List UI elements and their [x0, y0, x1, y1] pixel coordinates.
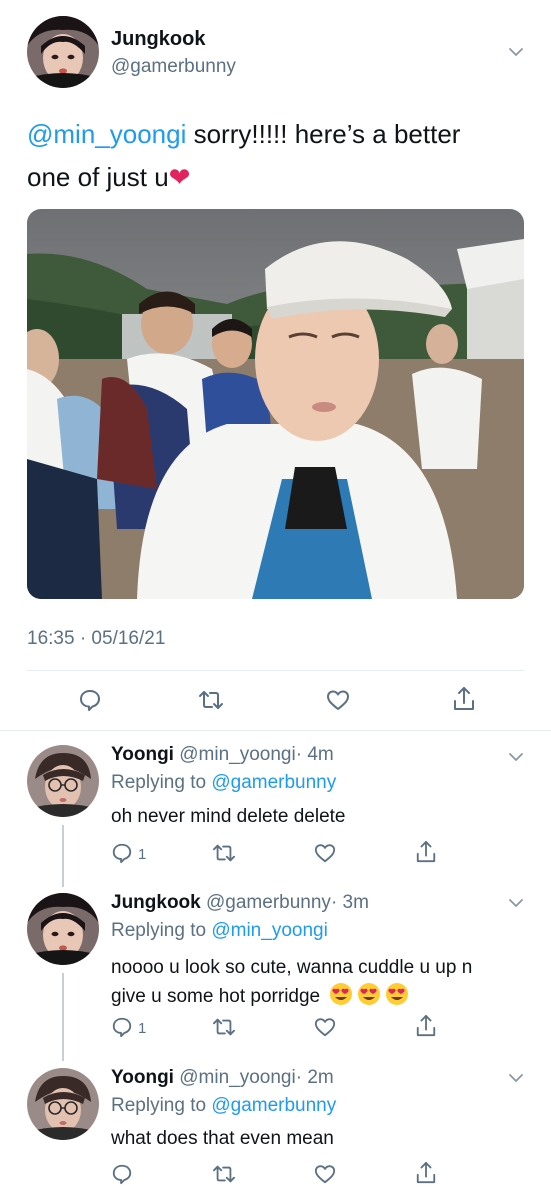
reply-author-name[interactable]: Yoongi — [111, 744, 174, 765]
reply-icon — [112, 1017, 132, 1038]
thread-line — [62, 825, 64, 887]
chevron-down-icon[interactable] — [508, 752, 524, 762]
yoongi-avatar[interactable] — [27, 1068, 99, 1140]
retweet-button[interactable] — [212, 1016, 236, 1038]
retweet-icon — [199, 691, 223, 709]
divider — [27, 670, 524, 671]
reply-text: noooo u look so cute, wanna cuddle u up … — [111, 953, 531, 1011]
reply-icon — [112, 843, 132, 864]
tweet-timestamp: 16:35 · 05/16/21 — [27, 628, 166, 649]
reply-author-name[interactable]: Yoongi — [111, 1067, 174, 1088]
chevron-down-icon[interactable] — [508, 47, 524, 57]
yoongi-avatar[interactable] — [27, 745, 99, 817]
tweet-text-line-2: one of just u — [27, 162, 169, 192]
chevron-down-icon[interactable] — [508, 898, 524, 908]
like-button[interactable] — [314, 1016, 336, 1038]
author-name[interactable]: Jungkook — [111, 28, 205, 51]
reply-icon — [112, 1164, 132, 1185]
reply-age: · 3m — [330, 892, 369, 913]
reply-button[interactable] — [78, 688, 102, 712]
jungkook-avatar[interactable] — [27, 16, 99, 88]
reply-text-line-1: noooo u look so cute, wanna cuddle u up … — [111, 957, 473, 978]
like-button[interactable] — [314, 842, 336, 864]
like-button[interactable] — [326, 688, 350, 712]
reply-text: oh never mind delete delete — [111, 806, 346, 827]
reply-author-handle[interactable]: @min_yoongi — [179, 1067, 295, 1088]
heart-eyes-emoji — [330, 983, 353, 1005]
reply-age: · 4m — [295, 744, 334, 765]
share-button[interactable] — [452, 686, 476, 712]
replying-to-label: Replying to — [111, 920, 207, 941]
reply-button[interactable]: 1 — [111, 1016, 155, 1038]
reply-count: 1 — [138, 846, 147, 863]
reply-author-handle[interactable]: @min_yoongi — [179, 744, 295, 765]
tweet-text-line-1: sorry!!!!! here’s a better — [186, 119, 461, 149]
red-heart-emoji: ❤ — [168, 162, 191, 192]
reply-text-line-2: give u some hot porridge — [111, 986, 321, 1007]
retweet-button[interactable] — [198, 688, 224, 712]
share-button[interactable] — [415, 1014, 437, 1038]
jungkook-avatar[interactable] — [27, 893, 99, 965]
replying-to: Replying to @gamerbunny — [111, 1095, 336, 1117]
retweet-button[interactable] — [212, 1163, 236, 1185]
replying-to-label: Replying to — [111, 1095, 207, 1116]
reply-header: Yoongi @min_yoongi· 2m — [111, 1067, 334, 1089]
retweet-button[interactable] — [212, 842, 236, 864]
like-icon — [314, 844, 336, 863]
reply-icon — [80, 690, 100, 711]
replying-to-link[interactable]: @min_yoongi — [211, 920, 327, 941]
share-icon — [416, 1015, 436, 1037]
heart-eyes-emoji — [358, 983, 381, 1005]
section-divider — [0, 730, 551, 731]
reply-text: what does that even mean — [111, 1128, 334, 1149]
reply-count: 1 — [138, 1020, 147, 1037]
replying-to-label: Replying to — [111, 772, 207, 793]
heart-eyes-emoji — [386, 983, 409, 1005]
like-button[interactable] — [314, 1163, 336, 1185]
retweet-icon — [213, 1018, 235, 1036]
replying-to-link[interactable]: @gamerbunny — [211, 1095, 336, 1116]
like-icon — [314, 1165, 336, 1184]
reply-author-handle[interactable]: @gamerbunny — [206, 892, 331, 913]
replying-to-link[interactable]: @gamerbunny — [211, 772, 336, 793]
share-icon — [454, 687, 474, 710]
author-handle[interactable]: @gamerbunny — [111, 56, 236, 78]
chevron-down-icon[interactable] — [508, 1073, 524, 1083]
mention-link[interactable]: @min_yoongi — [27, 119, 186, 149]
thread-line — [62, 973, 64, 1061]
share-icon — [416, 841, 436, 863]
replying-to: Replying to @min_yoongi — [111, 920, 328, 942]
reply-button[interactable] — [111, 1163, 133, 1185]
tweet-text: @min_yoongi sorry!!!!! here’s a better o… — [27, 113, 527, 199]
reply-header: Yoongi @min_yoongi· 4m — [111, 744, 334, 766]
reply-button[interactable]: 1 — [111, 842, 155, 864]
share-button[interactable] — [415, 840, 437, 864]
retweet-icon — [213, 844, 235, 862]
reply-age: · 2m — [295, 1067, 334, 1088]
share-button[interactable] — [415, 1161, 437, 1185]
replying-to: Replying to @gamerbunny — [111, 772, 336, 794]
retweet-icon — [213, 1165, 235, 1183]
reply-author-name[interactable]: Jungkook — [111, 892, 201, 913]
like-icon — [327, 690, 349, 710]
share-icon — [416, 1161, 436, 1184]
like-icon — [314, 1018, 336, 1037]
reply-header: Jungkook @gamerbunny· 3m — [111, 892, 369, 914]
tweet-photo[interactable] — [27, 209, 524, 599]
